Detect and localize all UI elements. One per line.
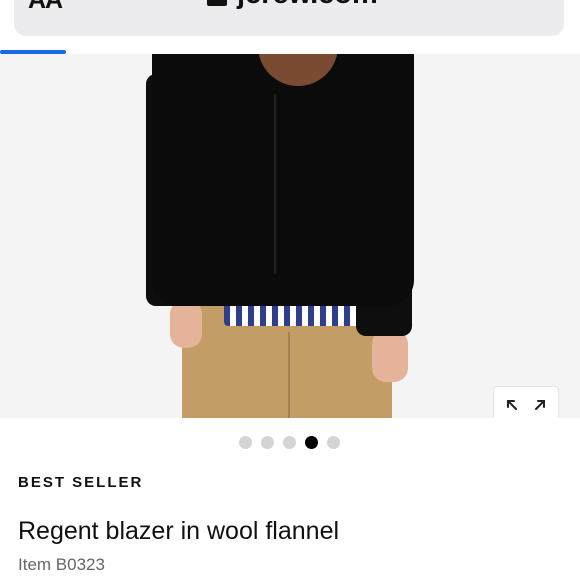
url-text[interactable]: jcrew.com xyxy=(237,0,378,9)
expand-image-button[interactable] xyxy=(493,386,559,418)
reader-mode-button[interactable]: AA xyxy=(28,0,63,13)
best-seller-badge: BEST SELLER xyxy=(18,474,144,491)
carousel-dot-5[interactable] xyxy=(327,436,340,449)
product-image[interactable] xyxy=(0,54,580,418)
carousel-dot-3[interactable] xyxy=(283,436,296,449)
lock-icon xyxy=(207,0,227,6)
product-photo-detail xyxy=(288,332,290,418)
product-photo-blazer xyxy=(152,54,414,306)
expand-icon xyxy=(507,400,545,410)
carousel-dot-4[interactable] xyxy=(305,436,318,449)
carousel-dots xyxy=(239,436,340,449)
carousel-dot-2[interactable] xyxy=(261,436,274,449)
item-number: Item B0323 xyxy=(18,555,105,574)
product-photo-detail xyxy=(274,94,276,274)
carousel-dot-1[interactable] xyxy=(239,436,252,449)
url-field[interactable]: AA jcrew.com xyxy=(14,0,564,36)
product-title: Regent blazer in wool flannel xyxy=(18,517,340,545)
product-photo-hand xyxy=(372,330,408,382)
browser-address-bar: AA jcrew.com xyxy=(0,0,580,54)
product-photo-hand xyxy=(170,300,202,348)
